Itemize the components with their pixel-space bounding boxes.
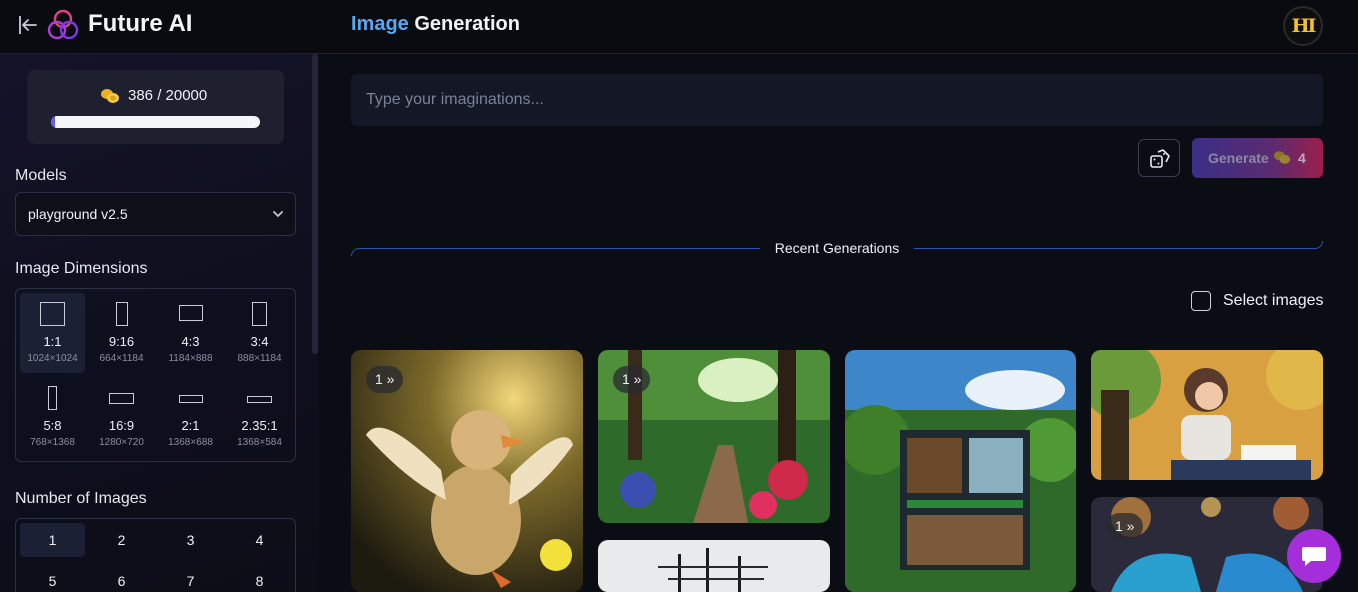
coin-icon xyxy=(1273,151,1291,164)
image-count-badge[interactable]: 1 » xyxy=(613,366,651,393)
dimension-size: 888×1184 xyxy=(237,353,282,364)
number-option-6[interactable]: 6 xyxy=(89,564,154,592)
dimension-size: 1184×888 xyxy=(168,353,213,364)
page-title: Image Generation xyxy=(351,13,520,36)
dimension-option-2-1[interactable]: 2:1 1368×688 xyxy=(158,377,223,457)
number-option-4[interactable]: 4 xyxy=(227,523,292,557)
dimension-shape xyxy=(116,302,128,326)
number-option-5[interactable]: 5 xyxy=(20,564,85,592)
dimension-option-9-16[interactable]: 9:16 664×1184 xyxy=(89,293,154,373)
dimension-shape xyxy=(247,396,272,403)
dice-icon xyxy=(1150,149,1170,168)
credits-progress-bar xyxy=(51,116,260,128)
dimension-size: 1368×584 xyxy=(237,437,282,448)
select-images-checkbox[interactable] xyxy=(1191,291,1211,311)
dimension-option-2-35-1[interactable]: 2.35:1 1368×584 xyxy=(227,377,292,457)
model-select-value: playground v2.5 xyxy=(28,206,128,222)
dimension-ratio: 3:4 xyxy=(250,334,269,349)
model-select[interactable]: playground v2.5 xyxy=(15,192,296,236)
random-prompt-button[interactable] xyxy=(1138,139,1180,177)
dimension-shape xyxy=(40,302,65,326)
page-title-part1: Image xyxy=(351,13,409,35)
back-arrow-icon[interactable] xyxy=(14,12,40,38)
dimension-option-4-3[interactable]: 4:3 1184×888 xyxy=(158,293,223,373)
credits-card: 386 / 20000 xyxy=(27,70,284,144)
generated-image-modern-house[interactable] xyxy=(845,350,1076,592)
number-option-1[interactable]: 1 xyxy=(20,523,85,557)
generated-image-ship[interactable] xyxy=(598,540,830,592)
girl-reading-image xyxy=(1091,350,1323,480)
credits-progress-fill xyxy=(51,116,55,128)
number-option-2[interactable]: 2 xyxy=(89,523,154,557)
dimension-ratio: 5:8 xyxy=(43,418,62,433)
sidebar-scrollbar[interactable] xyxy=(312,54,318,354)
dimension-ratio: 2.35:1 xyxy=(241,418,278,433)
dimensions-grid: 1:1 1024×1024 9:16 664×1184 4:3 1184×888… xyxy=(15,288,296,462)
sidebar: 386 / 20000 Models playground v2.5 Image… xyxy=(0,54,318,592)
recent-generations-title: Recent Generations xyxy=(774,240,900,256)
number-of-images-label: Number of Images xyxy=(15,490,147,507)
dimension-size: 1368×688 xyxy=(168,437,213,448)
dimension-size: 1024×1024 xyxy=(27,353,78,364)
dimension-shape xyxy=(179,395,203,403)
models-label: Models xyxy=(15,167,67,184)
coin-icon xyxy=(101,89,119,103)
dimension-shape xyxy=(109,393,134,404)
avatar[interactable]: HI xyxy=(1283,6,1323,46)
image-count-badge[interactable]: 1 » xyxy=(366,366,404,393)
generate-cost: 4 xyxy=(1298,150,1306,166)
page-title-part2: Generation xyxy=(414,13,520,35)
dimension-option-1-1[interactable]: 1:1 1024×1024 xyxy=(20,293,85,373)
number-of-images-grid: 1 2 3 4 5 6 7 8 xyxy=(15,518,296,592)
modern-house-image xyxy=(845,350,1076,592)
dimension-option-5-8[interactable]: 5:8 768×1368 xyxy=(20,377,85,457)
dimension-option-3-4[interactable]: 3:4 888×1184 xyxy=(227,293,292,373)
dimensions-label: Image Dimensions xyxy=(15,260,148,277)
number-option-7[interactable]: 7 xyxy=(158,564,223,592)
dimension-size: 768×1368 xyxy=(30,437,75,448)
prompt-input[interactable]: Type your imaginations... xyxy=(351,74,1323,126)
credits-text: 386 / 20000 xyxy=(128,87,208,104)
chevron-down-icon xyxy=(273,211,283,218)
top-bar: Future AI Image Generation HI xyxy=(0,0,1358,54)
generate-label: Generate xyxy=(1208,150,1269,166)
dimension-ratio: 1:1 xyxy=(43,334,62,349)
chat-button[interactable] xyxy=(1287,529,1341,583)
dimension-option-16-9[interactable]: 16:9 1280×720 xyxy=(89,377,154,457)
image-count-badge[interactable]: 1 » xyxy=(1106,513,1144,540)
brand-name[interactable]: Future AI xyxy=(88,10,192,38)
number-option-3[interactable]: 3 xyxy=(158,523,223,557)
prompt-placeholder: Type your imaginations... xyxy=(366,91,544,108)
dimension-shape xyxy=(179,305,203,321)
generated-image-girl-reading[interactable] xyxy=(1091,350,1323,480)
dimension-shape xyxy=(48,386,57,410)
ship-image xyxy=(598,540,830,592)
dimension-ratio: 9:16 xyxy=(108,334,135,349)
divider-right xyxy=(914,241,1323,249)
chat-icon xyxy=(1302,547,1326,566)
select-images-label: Select images xyxy=(1223,292,1324,309)
dimension-ratio: 2:1 xyxy=(181,418,200,433)
generate-button[interactable]: Generate 4 xyxy=(1192,138,1323,178)
dimension-size: 664×1184 xyxy=(99,353,144,364)
divider-left xyxy=(351,248,760,256)
generated-image-duckling[interactable]: 1 » xyxy=(351,350,583,592)
dimension-size: 1280×720 xyxy=(99,437,144,448)
dimension-ratio: 4:3 xyxy=(181,334,200,349)
number-option-8[interactable]: 8 xyxy=(227,564,292,592)
generated-image-forest-path[interactable]: 1 » xyxy=(598,350,830,523)
dimension-shape xyxy=(252,302,267,326)
logo-icon[interactable] xyxy=(46,8,80,42)
dimension-ratio: 16:9 xyxy=(108,418,135,433)
